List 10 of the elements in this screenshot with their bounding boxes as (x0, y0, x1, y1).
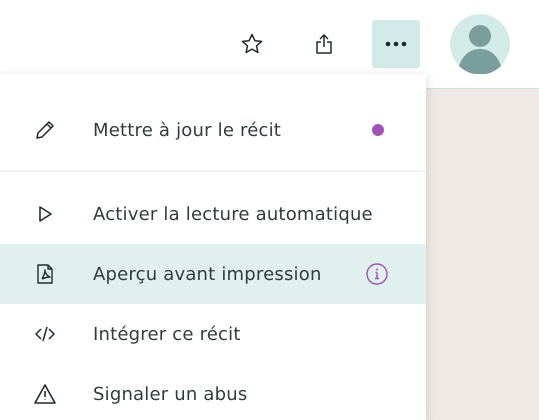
menu-item[interactable]: Aperçu avant impression (0, 244, 426, 304)
avatar-icon[interactable] (450, 14, 510, 74)
menu-item[interactable]: Signaler un abus (0, 364, 426, 420)
menu-item[interactable]: Activer la lecture automatique (0, 184, 426, 244)
info-icon[interactable] (366, 263, 388, 285)
menu-item[interactable]: Mettre à jour le récit (0, 100, 426, 160)
more-icon (384, 41, 408, 47)
warning-icon (33, 382, 57, 406)
menu-item[interactable]: Intégrer ce récit (0, 304, 426, 364)
more-button[interactable] (372, 20, 420, 68)
